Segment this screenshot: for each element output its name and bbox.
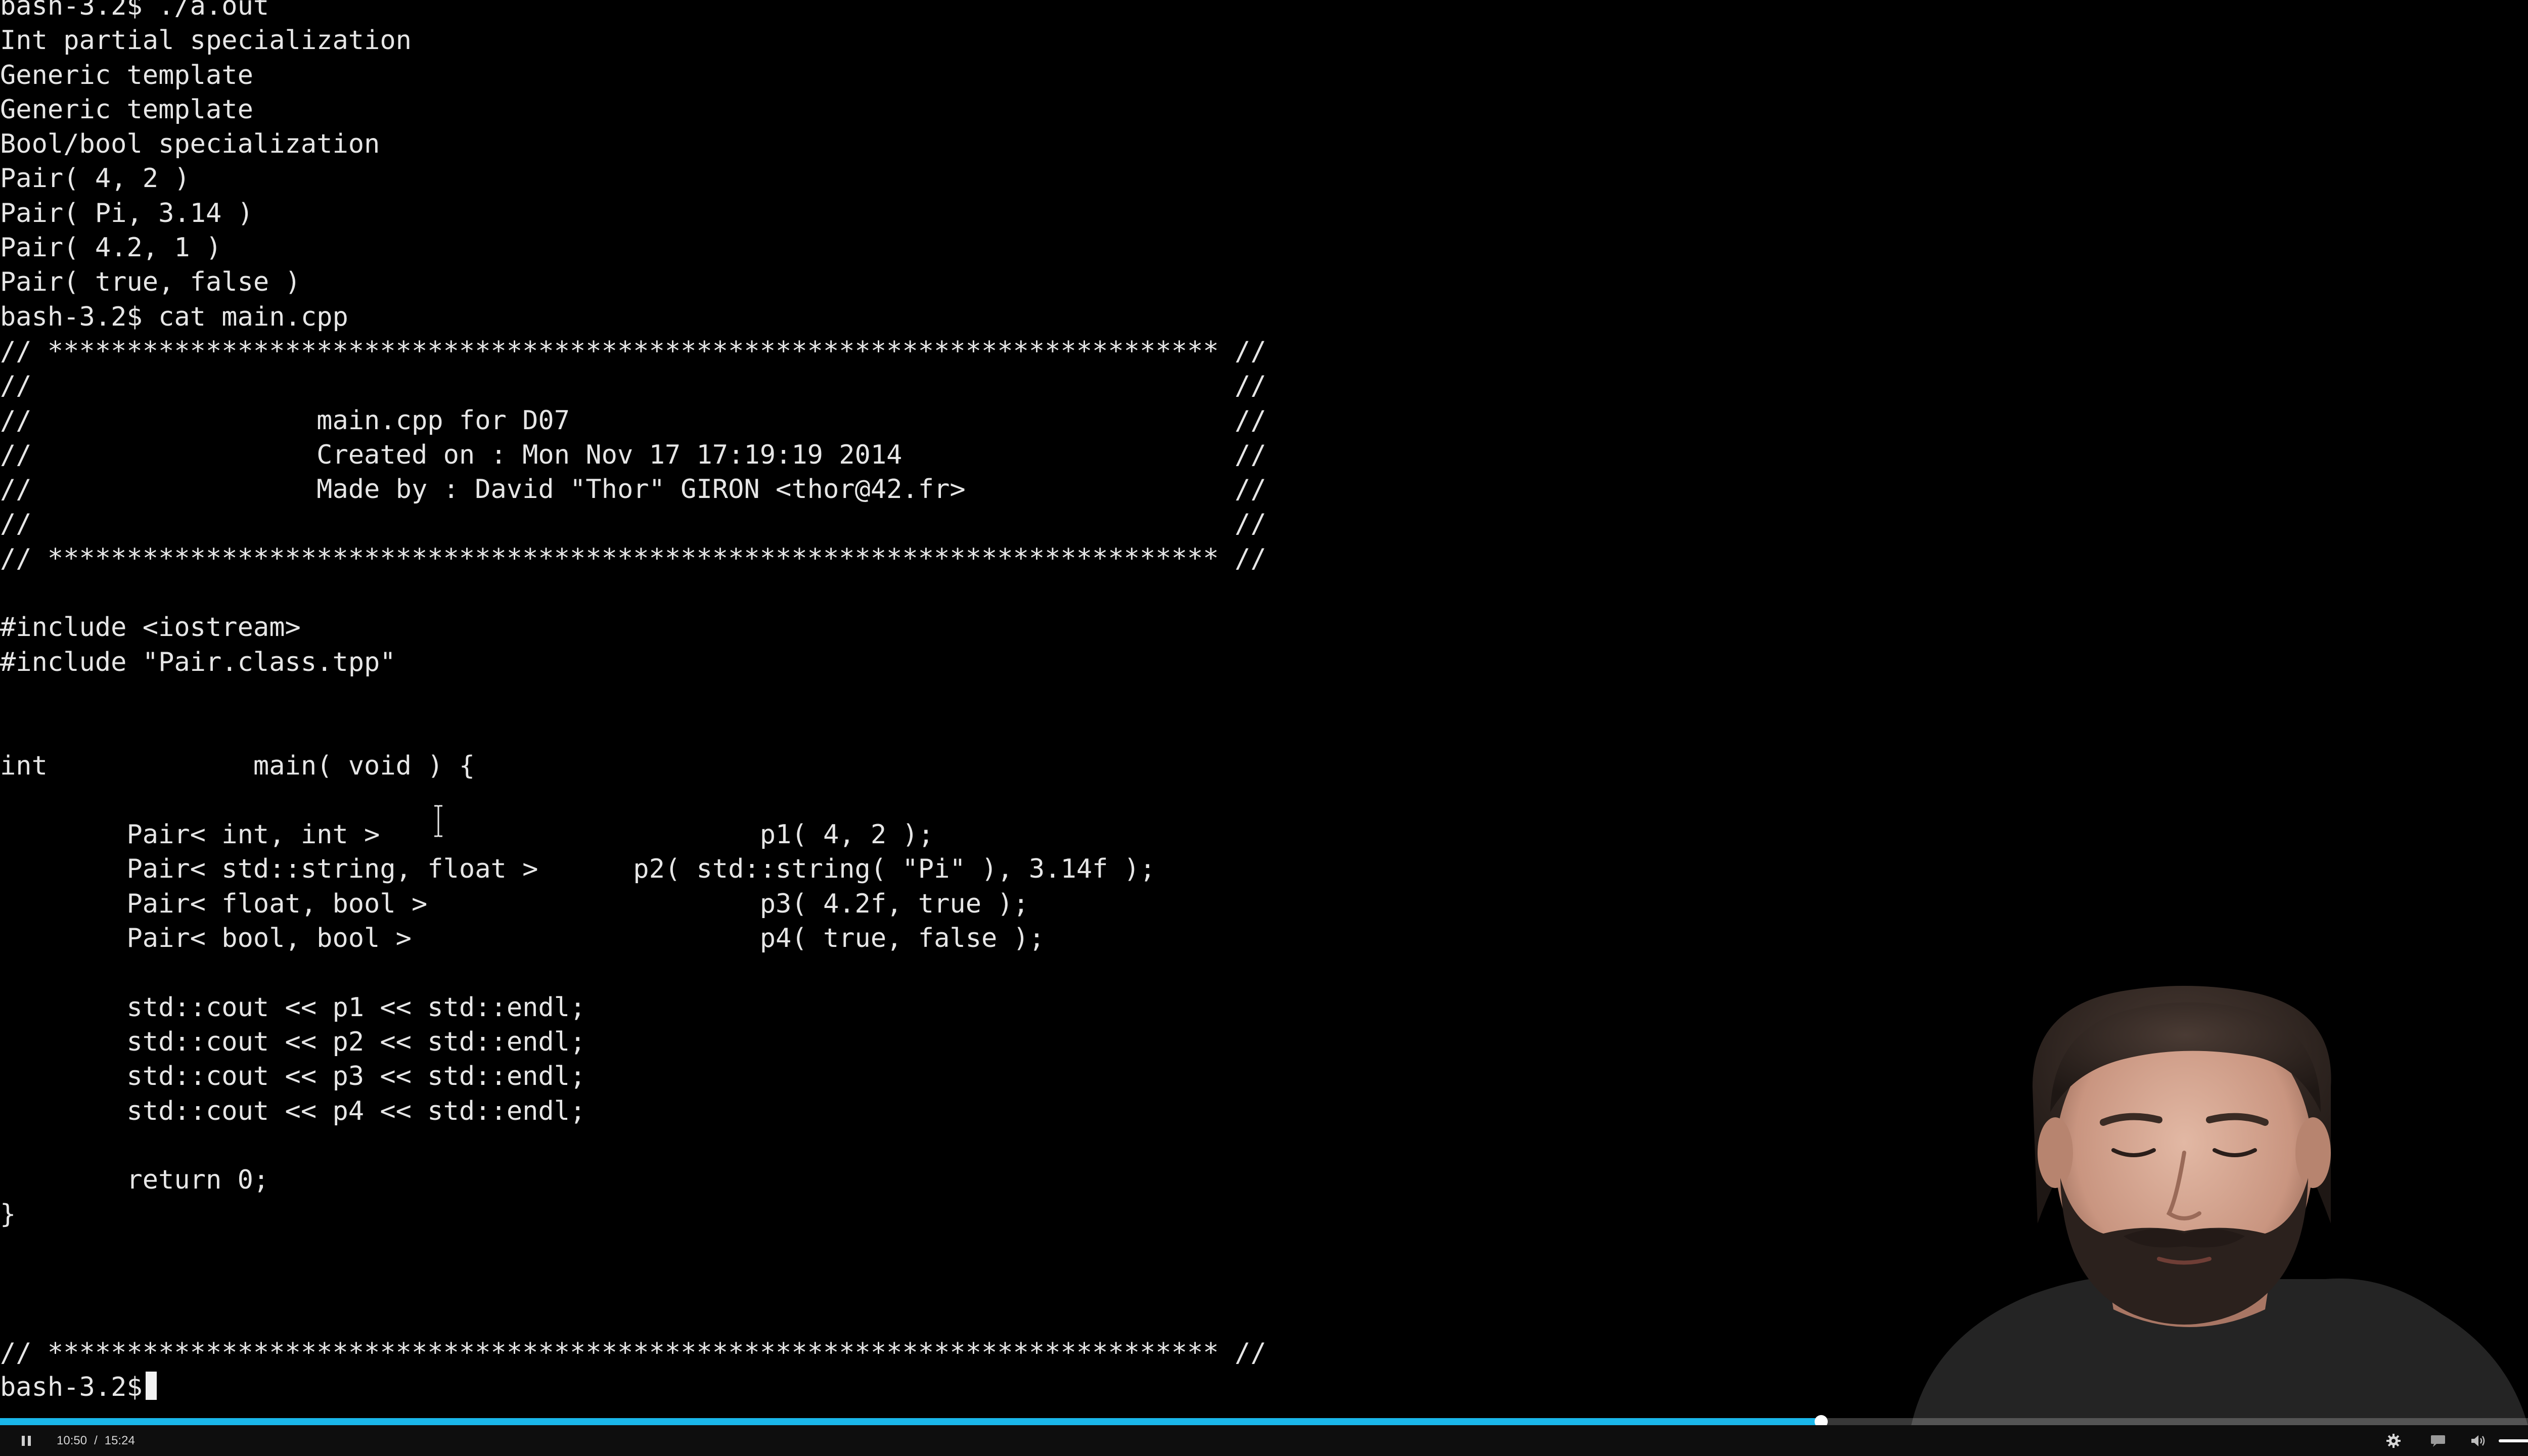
time-display: 10:50 / 15:24 (57, 1425, 135, 1456)
current-time: 10:50 (57, 1433, 87, 1447)
terminal-line: Pair< float, bool > p3( 4.2f, true ); (0, 888, 1029, 919)
progress-bar[interactable] (0, 1415, 2528, 1428)
terminal-line: // Made by : David "Thor" GIRON <thor@42… (0, 474, 1267, 505)
terminal-line: Generic template (0, 94, 253, 125)
prompt-text: bash-3.2$ (0, 1372, 143, 1402)
terminal-line: Int partial specialization (0, 25, 412, 56)
terminal-line: // main.cpp for D07 // (0, 405, 1267, 436)
terminal-line: // // (0, 509, 1267, 539)
presenter-webcam (1911, 986, 2528, 1426)
terminal-line: bash-3.2$ ./a.out (0, 0, 269, 21)
terminal-line: Pair< std::string, float > p2( std::stri… (0, 854, 1156, 885)
terminal-line: Pair( 4, 2 ) (0, 163, 190, 194)
total-duration: 15:24 (104, 1433, 135, 1447)
terminal-line: Pair< int, int > p1( 4, 2 ); (0, 820, 934, 850)
captions-button[interactable] (2427, 1425, 2449, 1456)
terminal-line: #include <iostream> (0, 612, 301, 643)
terminal-line: bash-3.2$ cat main.cpp (0, 301, 348, 332)
pause-icon (22, 1435, 31, 1446)
terminal-line: Bool/bool specialization (0, 129, 380, 160)
time-separator: / (94, 1433, 98, 1447)
settings-button[interactable] (2382, 1425, 2405, 1456)
terminal-line: Pair( 4.2, 1 ) (0, 233, 222, 263)
progress-played (0, 1418, 1821, 1425)
volume-level (2499, 1439, 2528, 1442)
speaker-icon (2471, 1435, 2485, 1446)
volume-button[interactable] (2467, 1425, 2490, 1456)
terminal-line: Pair< bool, bool > p4( true, false ); (0, 923, 1045, 954)
terminal-line: #include "Pair.class.tpp" (0, 647, 396, 677)
gear-icon (2386, 1433, 2401, 1448)
volume-slider[interactable] (2499, 1439, 2528, 1442)
video-player[interactable]: bash-3.2$ ./a.out Int partial specializat… (0, 0, 2528, 1456)
terminal-line: // // (0, 371, 1267, 401)
terminal-line: Generic template (0, 60, 253, 90)
pause-button[interactable] (15, 1425, 37, 1456)
terminal-line: int main( void ) { (0, 750, 475, 781)
text-cursor-ibeam-icon (434, 805, 442, 837)
terminal-line: // *************************************… (0, 336, 1267, 367)
terminal-line: // Created on : Mon Nov 17 17:19:19 2014… (0, 439, 1267, 470)
terminal-line: Pair( true, false ) (0, 267, 301, 298)
speech-bubble-icon (2431, 1435, 2445, 1447)
terminal-line: Pair( Pi, 3.14 ) (0, 198, 253, 229)
player-control-bar: 10:50 / 15:24 (0, 1425, 2528, 1456)
terminal-line: // *************************************… (0, 543, 1267, 574)
terminal-cursor (145, 1371, 157, 1400)
